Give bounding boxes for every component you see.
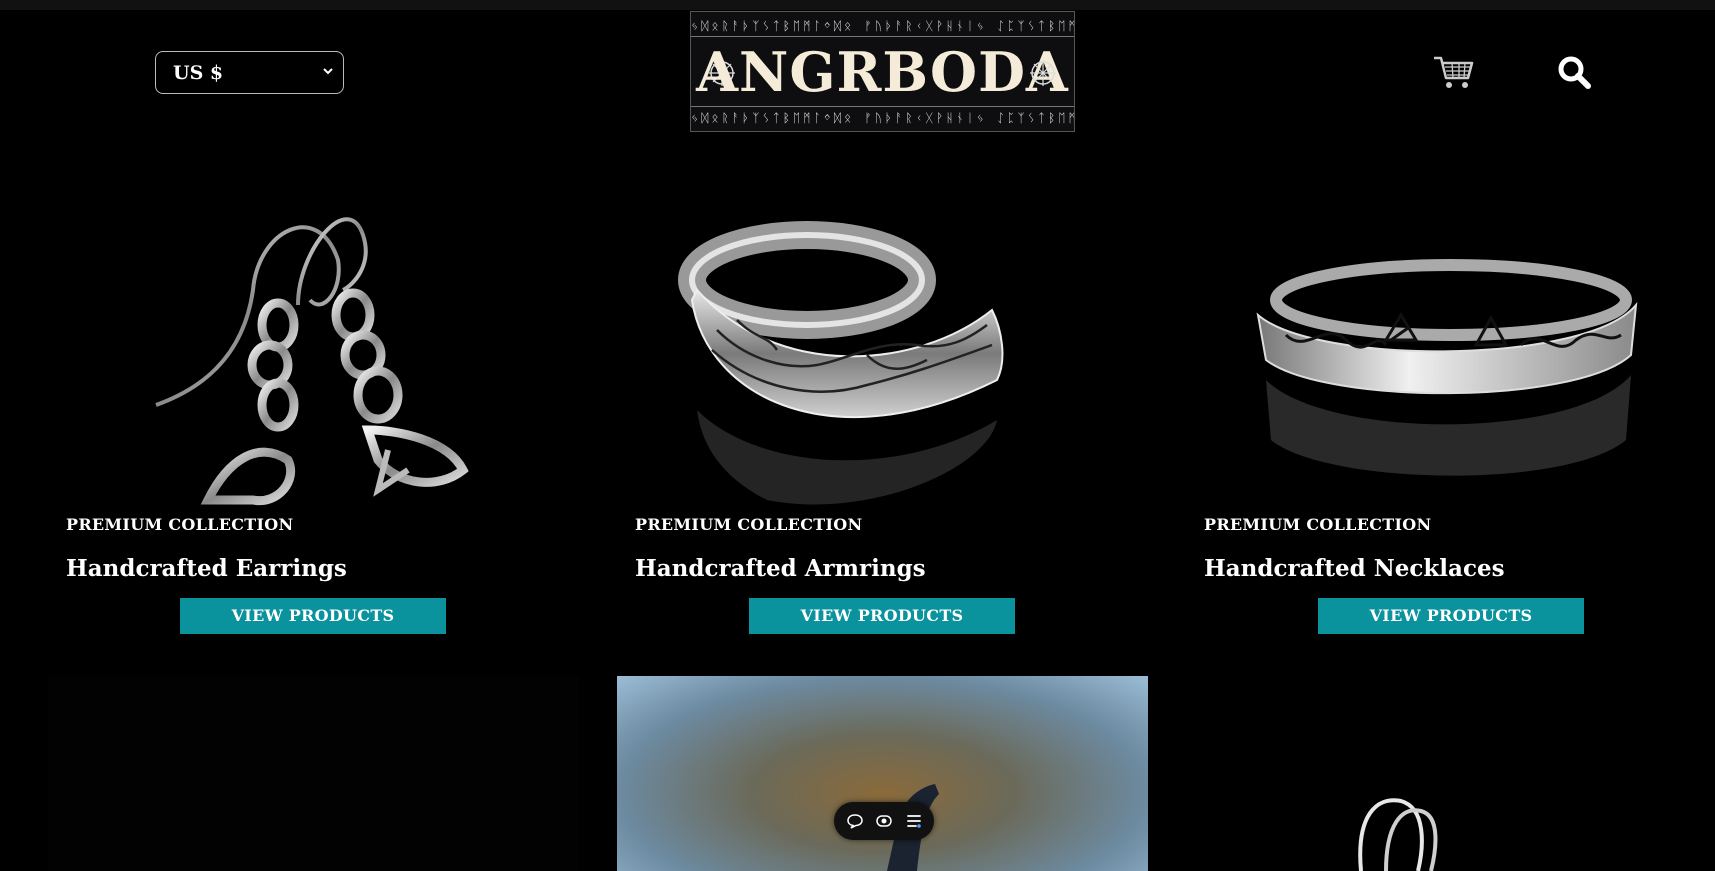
chevron-down-icon	[323, 68, 333, 75]
armring-image	[678, 221, 1004, 505]
compass-emblem-icon	[1030, 60, 1056, 86]
site-logo[interactable]: ᛃᛞᛟᚱᚨᚦᛉᛊᛏᛒᛖᛗᛚᛜᛞᛟ ᚠᚢᚦᚨᚱᚲᚷᚹᚺᚾᛁᛃ ᛇᛈᛉᛊᛏᛒᛖᛗᛚᛜ…	[690, 11, 1075, 132]
card-label: PREMIUM COLLECTION	[66, 515, 294, 534]
card-title: Handcrafted Necklaces	[1204, 555, 1505, 582]
product-card-partial[interactable]	[617, 676, 1148, 871]
earrings-image	[155, 217, 469, 506]
cuff-bracelet-image	[1256, 259, 1638, 476]
floating-toolbar	[834, 802, 934, 840]
raven-figure-image	[887, 784, 939, 871]
shopping-cart-icon[interactable]	[1432, 52, 1476, 92]
view-products-button[interactable]: VIEW PRODUCTS	[180, 598, 446, 634]
card-label: PREMIUM COLLECTION	[1204, 515, 1432, 534]
logo-runes-bottom: ᛃᛞᛟᚱᚨᚦᛉᛊᛏᛒᛖᛗᛚᛜᛞᛟ ᚠᚢᚦᚨᚱᚲᚷᚹᚺᚾᛁᛃ ᛇᛈᛉᛊᛏᛒᛖᛗᛚᛜ…	[691, 106, 1074, 128]
product-card-partial[interactable]	[48, 676, 579, 871]
eye-toggle-icon[interactable]	[875, 812, 893, 830]
product-card-armrings[interactable]: PREMIUM COLLECTION Handcrafted Armrings …	[617, 140, 1148, 670]
card-title: Handcrafted Earrings	[66, 555, 347, 582]
menu-list-icon[interactable]	[905, 812, 923, 830]
chat-icon[interactable]	[846, 812, 864, 830]
view-products-button[interactable]: VIEW PRODUCTS	[1318, 598, 1584, 634]
earring-hook-image	[1358, 798, 1438, 871]
site-header: US $ ᛃᛞᛟᚱᚨᚦᛉᛊᛏᛒᛖᛗᛚᛜᛞᛟ ᚠᚢᚦᚨᚱᚲᚷᚹᚺᚾᛁᛃ ᛇᛈᛉᛊᛏ…	[0, 10, 1715, 140]
logo-wordmark: ANGRBODA	[696, 40, 1069, 104]
top-strip	[0, 0, 1715, 10]
currency-select[interactable]: US $	[155, 51, 344, 94]
search-icon[interactable]	[1556, 54, 1592, 90]
product-card-partial[interactable]	[1186, 676, 1715, 871]
product-card-necklaces[interactable]: PREMIUM COLLECTION Handcrafted Necklaces…	[1186, 140, 1715, 670]
currency-value: US $	[173, 61, 224, 84]
product-card-earrings[interactable]: PREMIUM COLLECTION Handcrafted Earrings …	[48, 140, 579, 670]
view-products-button[interactable]: VIEW PRODUCTS	[749, 598, 1015, 634]
card-label: PREMIUM COLLECTION	[635, 515, 863, 534]
card-title: Handcrafted Armrings	[635, 555, 926, 582]
logo-runes-top: ᛃᛞᛟᚱᚨᚦᛉᛊᛏᛒᛖᛗᛚᛜᛞᛟ ᚠᚢᚦᚨᚱᚲᚷᚹᚺᚾᛁᛃ ᛇᛈᛉᛊᛏᛒᛖᛗᛚᛜ…	[691, 15, 1074, 37]
